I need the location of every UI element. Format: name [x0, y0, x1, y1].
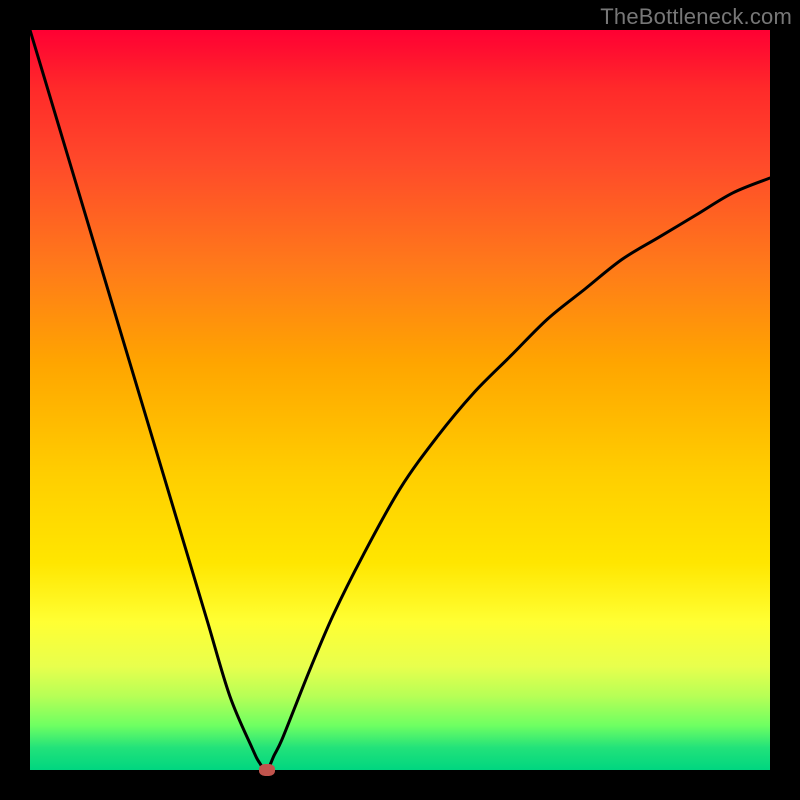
plot-area	[30, 30, 770, 770]
chart-frame: TheBottleneck.com	[0, 0, 800, 800]
bottleneck-curve	[30, 30, 770, 770]
optimum-marker	[259, 764, 275, 776]
curve-path	[30, 30, 770, 770]
watermark-text: TheBottleneck.com	[600, 4, 792, 30]
